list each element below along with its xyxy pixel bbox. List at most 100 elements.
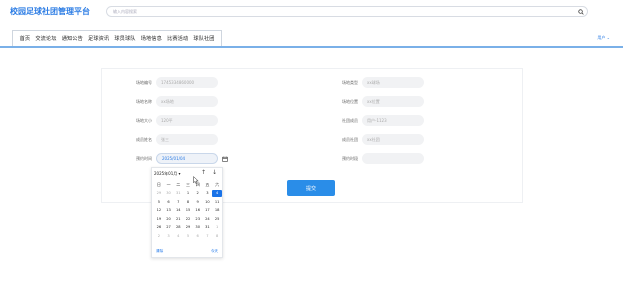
day-cell[interactable]: 25: [212, 216, 222, 223]
next-month-arrow-icon[interactable]: ↓: [212, 169, 217, 176]
brand-title: 校园足球社团管理平台: [10, 7, 90, 16]
form-field[interactable]: [362, 153, 424, 164]
form-row: 预约时段: [328, 153, 424, 164]
submit-button[interactable]: 提交: [287, 180, 335, 196]
weekday-label: 五: [205, 182, 210, 187]
prev-month-arrow-icon[interactable]: ↑: [201, 169, 206, 176]
day-cell[interactable]: 8: [183, 199, 193, 206]
form-field[interactable]: xx场地: [156, 96, 218, 107]
day-cell[interactable]: 31: [203, 224, 213, 231]
field-value: 1745334860000: [161, 80, 195, 85]
day-cell[interactable]: 3: [164, 233, 174, 240]
search-input[interactable]: [113, 7, 553, 16]
nav-item[interactable]: 足球资讯: [85, 35, 111, 42]
form-field[interactable]: 120平: [156, 115, 218, 126]
mouse-cursor-icon: [193, 176, 199, 184]
nav-item[interactable]: 场地信息: [138, 35, 164, 42]
day-cell[interactable]: 31: [173, 190, 183, 197]
day-cell[interactable]: 5: [154, 199, 164, 206]
day-cell[interactable]: 2: [193, 190, 203, 197]
form-field[interactable]: 用户-1123: [362, 115, 424, 126]
day-cell[interactable]: 15: [183, 207, 193, 214]
nav-item[interactable]: 通知公告: [59, 35, 85, 42]
nav-item[interactable]: 球队社团: [191, 35, 217, 42]
field-label: 场地名称: [136, 98, 152, 104]
form-field[interactable]: 张三: [156, 134, 218, 145]
day-cell[interactable]: 17: [203, 207, 213, 214]
top-bar: 校园足球社团管理平台: [0, 0, 623, 24]
date-picker-popup: 2025年01月 ▾ ↑ ↓ 日一二三四五六 29 30 31 1 2 3 4 5 6 7 8 9 10…: [151, 167, 223, 258]
day-cell[interactable]: 29: [154, 190, 164, 197]
nav-item[interactable]: 球员球队: [112, 35, 138, 42]
nav-item[interactable]: 交流论坛: [33, 35, 59, 42]
field-label: 场地位置: [342, 98, 358, 104]
field-value: 2025/01/04: [162, 156, 186, 161]
search-icon[interactable]: [578, 9, 584, 15]
form-field[interactable]: xx位置: [362, 96, 424, 107]
field-label: 成员姓名: [136, 136, 152, 142]
day-cell[interactable]: 6: [164, 199, 174, 206]
nav-item[interactable]: 首页: [17, 35, 33, 42]
month-selector[interactable]: 2025年01月 ▾: [154, 171, 181, 177]
day-cell[interactable]: 9: [193, 199, 203, 206]
field-value: 张三: [161, 136, 169, 142]
date-picker-footer: 清除 今天: [156, 249, 218, 254]
form-row: 场地类型 xx球场: [328, 77, 424, 88]
day-cell[interactable]: 27: [164, 224, 174, 231]
day-cell[interactable]: 30: [193, 224, 203, 231]
nav-item[interactable]: 比赛活动: [164, 35, 190, 42]
form-row: 社团成员 用户-1123: [328, 115, 424, 126]
day-cell[interactable]: 18: [212, 207, 222, 214]
field-label: 成员社团: [342, 136, 358, 142]
form-row: 成员社团 xx社团: [328, 134, 424, 145]
form-row: 场地编号 1745334860000: [122, 77, 218, 88]
day-cell[interactable]: 4: [173, 233, 183, 240]
date-input[interactable]: 2025/01/04: [156, 153, 218, 164]
day-grid: 29 30 31 1 2 3 4 5 6 7 8 9 10 11 12 13 14 15 16 17 18 19 20 21 2…: [154, 190, 222, 240]
day-cell[interactable]: 20: [164, 216, 174, 223]
field-value: xx场地: [161, 98, 174, 104]
day-cell[interactable]: 1: [183, 190, 193, 197]
field-label: 预约时间: [136, 155, 152, 161]
weekday-label: 六: [215, 182, 220, 187]
user-menu[interactable]: 用户 ⌄: [597, 35, 610, 41]
day-cell[interactable]: 26: [154, 224, 164, 231]
search-box[interactable]: [106, 6, 588, 17]
field-value: xx球场: [367, 79, 380, 85]
field-value: xx社团: [367, 136, 380, 142]
form-field[interactable]: xx球场: [362, 77, 424, 88]
form-field[interactable]: 1745334860000: [156, 77, 218, 88]
day-cell[interactable]: 21: [173, 216, 183, 223]
day-cell[interactable]: 19: [154, 216, 164, 223]
day-cell[interactable]: 28: [173, 224, 183, 231]
selected-day[interactable]: 4: [212, 190, 222, 197]
weekday-label: 二: [176, 182, 181, 187]
day-cell[interactable]: 12: [154, 207, 164, 214]
weekday-label: 一: [166, 182, 171, 187]
day-cell[interactable]: 10: [203, 199, 213, 206]
day-cell[interactable]: 14: [173, 207, 183, 214]
day-cell[interactable]: 11: [212, 199, 222, 206]
day-cell[interactable]: 29: [183, 224, 193, 231]
day-cell[interactable]: 3: [203, 190, 213, 197]
field-label: 场地大小: [136, 117, 152, 123]
day-cell[interactable]: 5: [183, 233, 193, 240]
day-cell[interactable]: 13: [164, 207, 174, 214]
calendar-icon[interactable]: [222, 156, 228, 162]
day-cell[interactable]: 23: [193, 216, 203, 223]
form-row: 预约时间 2025/01/04: [122, 153, 242, 164]
day-cell[interactable]: 8: [212, 233, 222, 240]
clear-button[interactable]: 清除: [156, 249, 163, 254]
day-cell[interactable]: 30: [164, 190, 174, 197]
field-value: 用户-1123: [367, 117, 387, 123]
form-field[interactable]: xx社团: [362, 134, 424, 145]
day-cell[interactable]: 2: [154, 233, 164, 240]
day-cell[interactable]: 22: [183, 216, 193, 223]
day-cell[interactable]: 7: [173, 199, 183, 206]
day-cell[interactable]: 6: [193, 233, 203, 240]
day-cell[interactable]: 24: [203, 216, 213, 223]
day-cell[interactable]: 7: [203, 233, 213, 240]
day-cell[interactable]: 1: [212, 224, 222, 231]
today-button[interactable]: 今天: [211, 249, 218, 254]
day-cell[interactable]: 16: [193, 207, 203, 214]
